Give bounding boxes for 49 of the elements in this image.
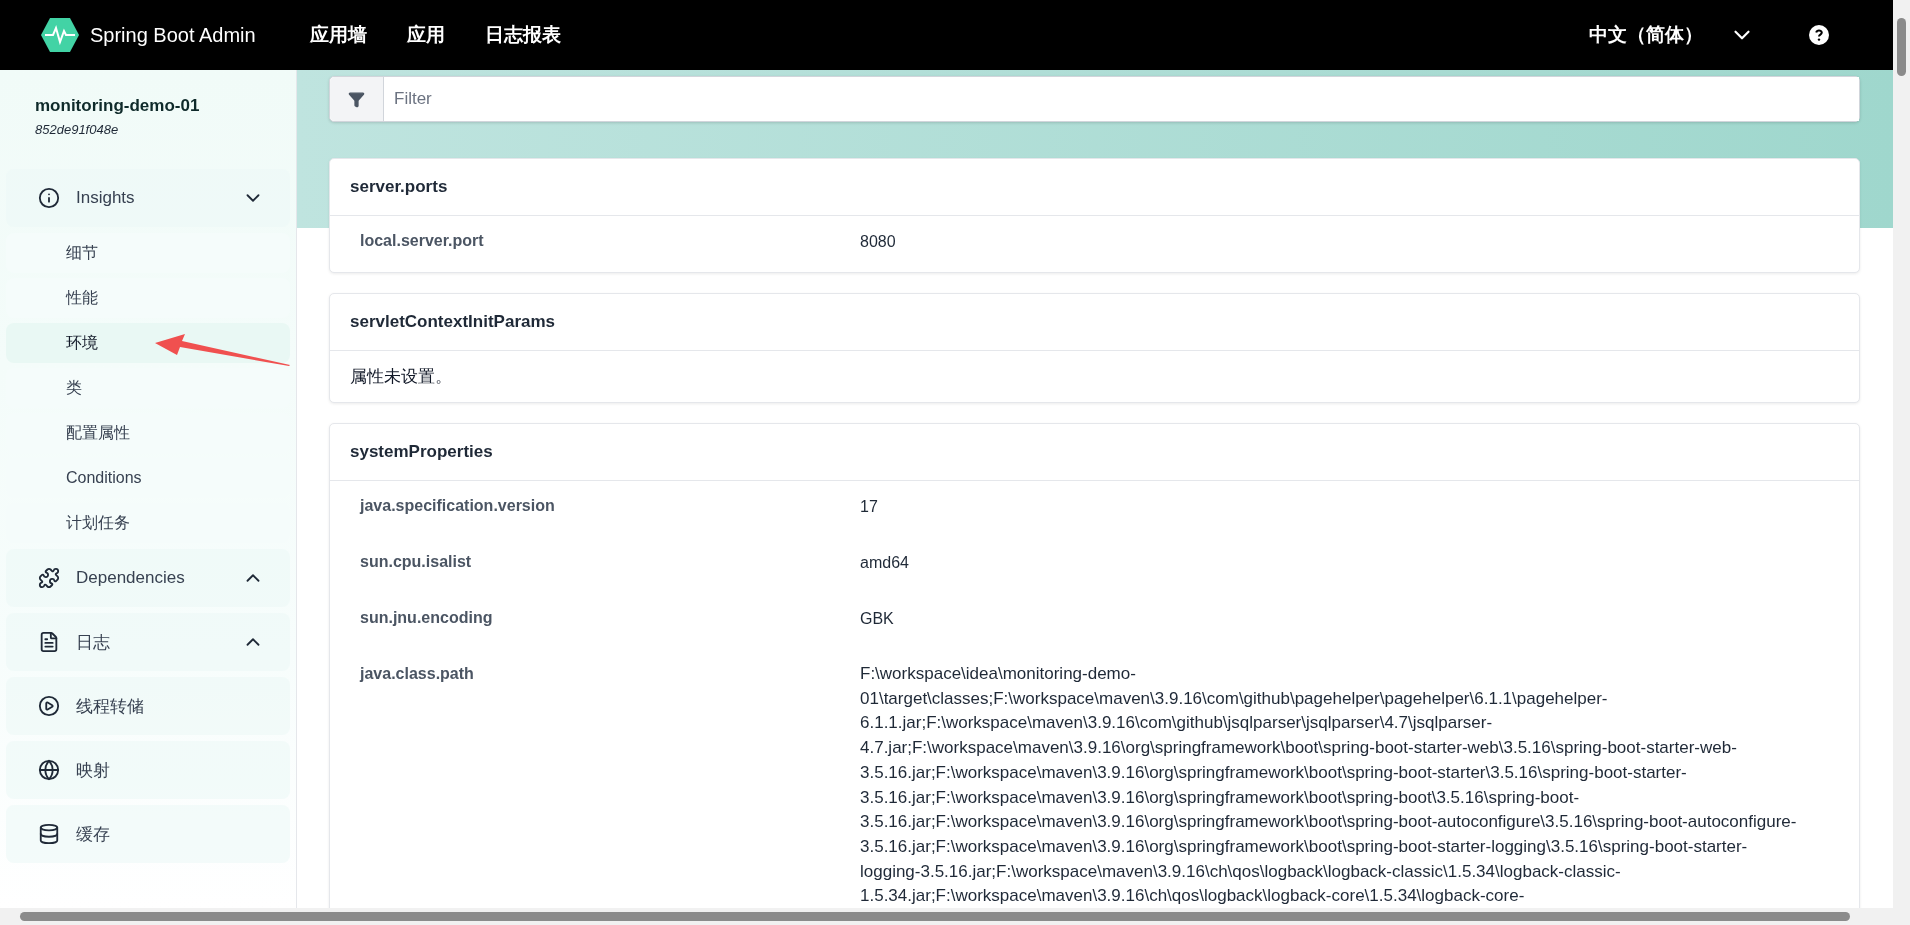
property-value: logging-3.5.16.jar;F:\workspace\maven\3.9.16\ch\qos\logback\logback-classic\1.5.34\logback-classic- bbox=[860, 860, 1621, 883]
property-name: java.class.path bbox=[360, 665, 475, 684]
property-value: GBK bbox=[860, 609, 895, 629]
app-name: monitoring-demo-01 bbox=[34, 95, 201, 116]
sidebar-item[interactable]: 缓存 bbox=[6, 805, 290, 863]
brand-title[interactable]: Spring Boot Admin bbox=[90, 23, 256, 47]
nav-link[interactable]: 应用 bbox=[386, 22, 465, 48]
item-icon bbox=[38, 695, 60, 717]
filter-field[interactable]: Filter bbox=[329, 76, 1860, 122]
property-value: 8080 bbox=[860, 232, 897, 252]
property-name: sun.jnu.encoding bbox=[360, 609, 494, 628]
nav-link[interactable]: 应用墙 bbox=[289, 22, 387, 48]
property-value: 17 bbox=[860, 497, 879, 517]
card-title: server.ports bbox=[330, 159, 1859, 216]
sidebar-group[interactable]: 日志 bbox=[6, 613, 290, 671]
property-value: F:\workspace\idea\monitoring-demo- bbox=[860, 663, 1136, 685]
instance-id: 852de91f048e bbox=[34, 121, 120, 137]
horizontal-scrollbar[interactable] bbox=[0, 908, 1893, 925]
property-value: 01\target\classes;F:\workspace\maven\3.9.16\com\github\pagehelper\pagehelper\6.1.1\pagehelper- bbox=[860, 687, 1608, 710]
property-value: 6.1.1.jar;F:\workspace\maven\3.9.16\com\github\jsqlparser\jsqlparser\4.7\jsqlparser- bbox=[860, 712, 1493, 735]
language-dropdown[interactable]: 中文（简体） bbox=[1589, 22, 1755, 48]
item-icon bbox=[38, 823, 60, 845]
sidebar-item[interactable]: 环境 bbox=[6, 323, 290, 363]
sidebar-item[interactable]: 线程转储 bbox=[6, 677, 290, 735]
empty-message: 属性未设置。 bbox=[349, 365, 453, 388]
card-title: servletContextInitParams bbox=[330, 294, 1859, 351]
group-icon bbox=[38, 187, 60, 209]
property-value: 3.5.16.jar;F:\workspace\maven\3.9.16\org\springframework\boot\spring-boot-starter-logging\3.5.16\spring-boot-starter- bbox=[860, 835, 1748, 858]
group-icon bbox=[38, 567, 60, 589]
item-icon bbox=[38, 759, 60, 781]
property-name: java.specification.version bbox=[360, 497, 556, 516]
property-value: 4.7.jar;F:\workspace\maven\3.9.16\org\springframework\boot\spring-boot-starter-web\3.5.16\spring-boot-starter-web- bbox=[860, 737, 1737, 760]
sidebar-group[interactable]: Insights bbox=[6, 169, 290, 227]
sidebar-group[interactable]: Dependencies bbox=[6, 549, 290, 607]
nav-link[interactable]: 日志报表 bbox=[464, 22, 581, 48]
logo-icon bbox=[40, 17, 80, 53]
property-value: 3.5.16.jar;F:\workspace\maven\3.9.16\org\springframework\boot\spring-boot-autoconfigure\3.5.16\spring-boot-autoconfigure- bbox=[860, 811, 1797, 834]
filter-icon bbox=[348, 90, 365, 108]
sidebar-item[interactable]: 映射 bbox=[6, 741, 290, 799]
property-value: 1.5.34.jar;F:\workspace\maven\3.9.16\ch\qos\logback\logback-core\1.5.34\logback-core- bbox=[860, 885, 1525, 908]
property-value: 3.5.16.jar;F:\workspace\maven\3.9.16\org\springframework\boot\spring-boot-starter\3.5.16\spring-boot-starter- bbox=[860, 761, 1687, 784]
property-value: amd64 bbox=[860, 553, 910, 573]
vertical-scrollbar[interactable] bbox=[1893, 0, 1910, 925]
group-icon bbox=[38, 631, 60, 653]
help-icon[interactable] bbox=[1809, 25, 1829, 45]
card-title: systemProperties bbox=[330, 424, 1859, 481]
property-name: local.server.port bbox=[360, 232, 485, 251]
property-name: sun.cpu.isalist bbox=[360, 553, 473, 572]
property-value: 3.5.16.jar;F:\workspace\maven\3.9.16\org\springframework\boot\spring-boot\3.5.16\spring-boot- bbox=[860, 786, 1580, 809]
